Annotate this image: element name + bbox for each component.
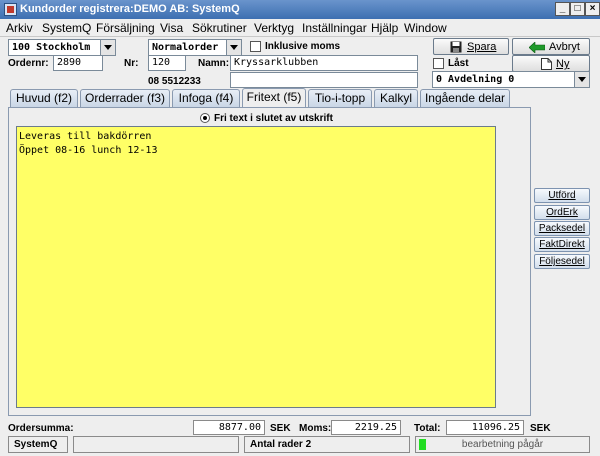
tab-infoga[interactable]: Infoga (f4) xyxy=(172,89,240,107)
inclusive-vat-label: Inklusive moms xyxy=(265,41,341,52)
progress-text: bearbetning pågår xyxy=(461,439,544,450)
foljesedel-button[interactable]: Följesedel xyxy=(534,254,590,269)
new-button-label: Ny xyxy=(556,58,570,70)
locked-checkbox[interactable] xyxy=(433,58,444,69)
cancel-button[interactable]: Avbryt xyxy=(512,38,590,55)
extra-field[interactable] xyxy=(230,72,418,88)
total-currency-label: SEK xyxy=(530,423,551,434)
row-count-status: Antal rader 2 xyxy=(244,436,410,453)
fritext-radio[interactable] xyxy=(200,113,210,123)
order-type-select-value: Normalorder xyxy=(152,42,219,53)
cancel-button-label: Avbryt xyxy=(549,41,580,53)
moms-label: Moms: xyxy=(299,423,332,434)
menu-visa[interactable]: Visa xyxy=(160,21,183,35)
menu-window[interactable]: Window xyxy=(404,21,447,35)
customer-nr-field[interactable]: 120 xyxy=(148,55,186,71)
currency-label: SEK xyxy=(270,423,291,434)
ordersumma-value: 8877.00 xyxy=(193,420,265,435)
minimize-icon[interactable]: _ xyxy=(555,2,570,16)
chevron-down-icon[interactable] xyxy=(100,40,115,55)
nr-label: Nr: xyxy=(124,58,139,69)
department-select[interactable]: 0 Avdelning 0 xyxy=(432,71,590,88)
tab-huvud[interactable]: Huvud (f2) xyxy=(10,89,78,107)
inclusive-vat-checkbox[interactable] xyxy=(250,41,261,52)
new-document-icon xyxy=(541,58,552,70)
phone-text: 08 5512233 xyxy=(148,76,201,87)
total-label: Total: xyxy=(414,423,441,434)
order-type-select[interactable]: Normalorder xyxy=(148,39,242,56)
arrow-left-icon xyxy=(529,42,545,53)
fritext-line: Öppet 08-16 lunch 12-13 xyxy=(19,145,158,156)
customer-name-field[interactable]: Kryssarklubben xyxy=(230,55,418,71)
location-select-value: 100 Stockholm xyxy=(12,42,91,53)
ordernr-field[interactable]: 2890 xyxy=(53,55,103,71)
fritext-radio-label: Fri text i slutet av utskrift xyxy=(214,113,333,124)
fritext-line: Leveras till bakdörren xyxy=(19,131,152,142)
menu-arkiv[interactable]: Arkiv xyxy=(6,21,33,35)
ordersumma-label: Ordersumma: xyxy=(8,423,74,434)
tab-orderrader[interactable]: Orderrader (f3) xyxy=(80,89,170,107)
window-title: Kundorder registrera:DEMO AB: SystemQ xyxy=(20,3,240,15)
tab-kalkyl[interactable]: Kalkyl xyxy=(374,89,418,107)
tab-ingaende-delar[interactable]: Ingående delar xyxy=(420,89,510,107)
fritext-textarea[interactable]: Leveras till bakdörren Öppet 08-16 lunch… xyxy=(16,126,496,408)
menu-sokrutiner[interactable]: Sökrutiner xyxy=(192,21,247,35)
tab-fritext[interactable]: Fritext (f5) xyxy=(242,88,306,108)
save-button[interactable]: Spara xyxy=(433,38,509,55)
menu-forsaljning[interactable]: Försäljning xyxy=(96,21,155,35)
menu-bar: Arkiv SystemQ Försäljning Visa Sökrutine… xyxy=(0,19,600,37)
total-value: 11096.25 xyxy=(446,420,524,435)
menu-installningar[interactable]: Inställningar xyxy=(302,21,367,35)
app-name-status: SystemQ xyxy=(8,436,68,453)
location-select[interactable]: 100 Stockholm xyxy=(8,39,116,56)
chevron-down-icon[interactable] xyxy=(226,40,241,55)
maximize-icon[interactable]: □ xyxy=(570,2,585,16)
faktdirekt-button[interactable]: FaktDirekt xyxy=(534,237,590,252)
moms-value: 2219.25 xyxy=(331,420,401,435)
menu-systemq[interactable]: SystemQ xyxy=(42,21,91,35)
app-icon xyxy=(4,3,17,16)
department-select-value: 0 Avdelning 0 xyxy=(436,74,515,85)
name-label: Namn: xyxy=(198,58,230,69)
tab-tio-i-topp[interactable]: Tio-i-topp xyxy=(308,89,372,107)
save-button-label: Spara xyxy=(467,41,497,53)
locked-label: Låst xyxy=(448,58,469,69)
new-button[interactable]: Ny xyxy=(512,55,590,72)
status-message-box xyxy=(73,436,239,453)
utford-button[interactable]: Utförd xyxy=(534,188,590,203)
menu-verktyg[interactable]: Verktyg xyxy=(254,21,294,35)
window-title-bar: Kundorder registrera:DEMO AB: SystemQ _ … xyxy=(0,0,600,19)
orderk-button[interactable]: OrdErk xyxy=(534,205,590,220)
floppy-disk-icon xyxy=(450,41,462,53)
chevron-down-icon[interactable] xyxy=(574,72,589,87)
menu-hjalp[interactable]: Hjälp xyxy=(371,21,398,35)
close-icon[interactable]: × xyxy=(585,2,600,16)
progress-bar: bearbetning pågår xyxy=(415,436,590,453)
packsedel-button[interactable]: Packsedel xyxy=(534,221,590,236)
ordernr-label: Ordernr: xyxy=(8,58,49,69)
